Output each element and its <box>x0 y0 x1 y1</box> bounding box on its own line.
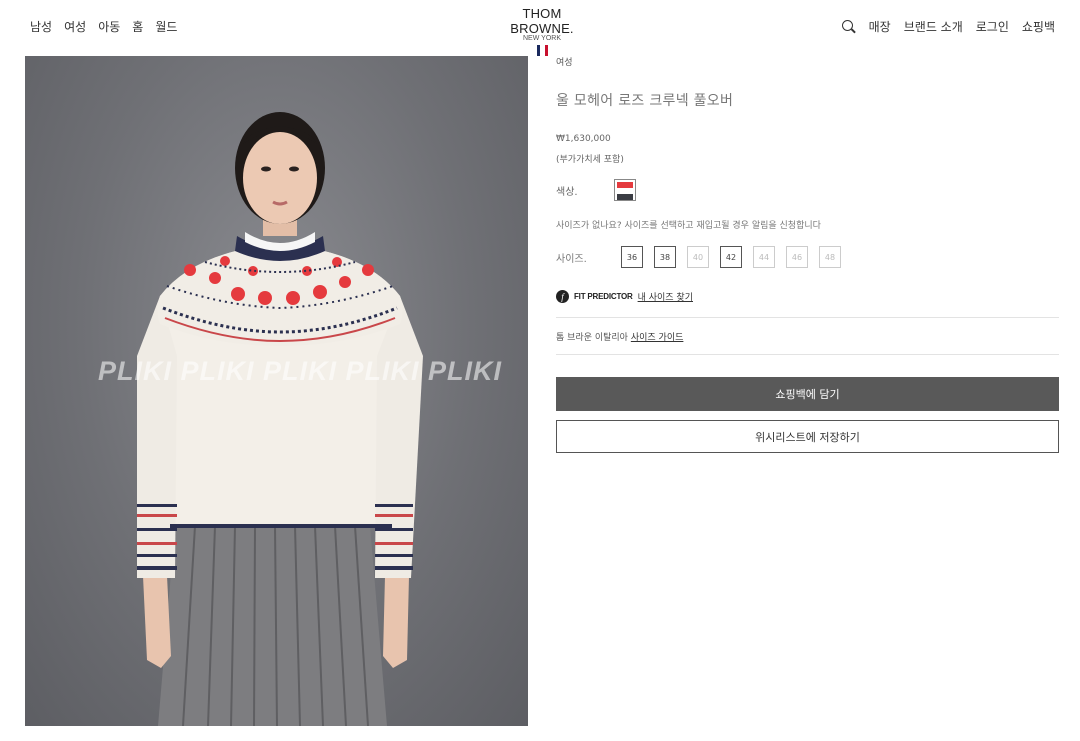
nav-kids[interactable]: 아동 <box>98 18 120 35</box>
color-label: 색상. <box>556 187 578 198</box>
size-option[interactable]: 42 <box>720 246 742 268</box>
size-option[interactable]: 46 <box>786 246 808 268</box>
divider <box>556 317 1059 318</box>
add-to-wishlist-button[interactable]: 위시리스트에 저장하기 <box>556 420 1059 453</box>
brand-logo[interactable]: THOM BROWNE. NEW YORK <box>490 6 594 56</box>
size-label: 사이즈. <box>556 254 587 265</box>
nav-world[interactable]: 월드 <box>155 18 177 35</box>
nav-stores[interactable]: 매장 <box>869 18 891 35</box>
vat-note: (부가가치세 포함) <box>556 155 624 165</box>
flag-icon <box>490 45 594 56</box>
nav-women[interactable]: 여성 <box>64 18 86 35</box>
nav-about-brand[interactable]: 브랜드 소개 <box>904 18 963 35</box>
fit-predictor-icon: f <box>556 290 569 303</box>
product-price: ₩1,630,000 <box>556 134 611 144</box>
size-option[interactable]: 40 <box>687 246 709 268</box>
size-guide-row: 톰 브라운 이탈리아 사이즈 가이드 <box>556 330 683 343</box>
divider <box>556 354 1059 355</box>
size-option[interactable]: 44 <box>753 246 775 268</box>
fit-predictor: f FIT PREDICTOR 내 사이즈 찾기 <box>556 290 693 303</box>
size-option[interactable]: 38 <box>654 246 676 268</box>
model-illustration <box>137 112 423 726</box>
size-guide-link[interactable]: 사이즈 가이드 <box>631 333 684 343</box>
utility-nav: 매장 브랜드 소개 로그인 쇼핑백 <box>841 18 1055 35</box>
nav-home[interactable]: 홈 <box>132 18 143 35</box>
restock-notice[interactable]: 사이즈가 없나요? 사이즈를 선택하고 재입고될 경우 알림을 신청합니다 <box>556 218 821 231</box>
fit-predictor-brand: FIT PREDICTOR <box>574 292 633 301</box>
search-icon[interactable] <box>841 19 856 34</box>
nav-login[interactable]: 로그인 <box>976 18 1009 35</box>
add-to-bag-button[interactable]: 쇼핑백에 담기 <box>556 377 1059 411</box>
image-watermark: PLIKI PLIKI PLIKI PLIKI PLIKI <box>98 356 503 386</box>
color-swatch[interactable] <box>614 179 636 201</box>
size-option[interactable]: 48 <box>819 246 841 268</box>
logo-wordmark: THOM BROWNE. <box>510 6 574 36</box>
site-header: 남성 여성 아동 홈 월드 THOM BROWNE. NEW YORK 매장 브… <box>0 0 1080 56</box>
nav-men[interactable]: 남성 <box>30 18 52 35</box>
size-selector: 36 38 40 42 44 46 48 <box>621 246 841 268</box>
nav-shopping-bag[interactable]: 쇼핑백 <box>1022 18 1055 35</box>
find-my-size-link[interactable]: 내 사이즈 찾기 <box>638 290 693 303</box>
product-title: 울 모헤어 로즈 크루넥 풀오버 <box>556 93 734 109</box>
size-guide-prefix: 톰 브라운 이탈리아 <box>556 333 628 343</box>
main-nav: 남성 여성 아동 홈 월드 <box>30 18 177 35</box>
breadcrumb[interactable]: 여성 <box>556 55 573 68</box>
product-image[interactable]: PLIKI PLIKI PLIKI PLIKI PLIKI <box>25 56 528 726</box>
logo-subtitle: NEW YORK <box>523 35 561 42</box>
size-option[interactable]: 36 <box>621 246 643 268</box>
